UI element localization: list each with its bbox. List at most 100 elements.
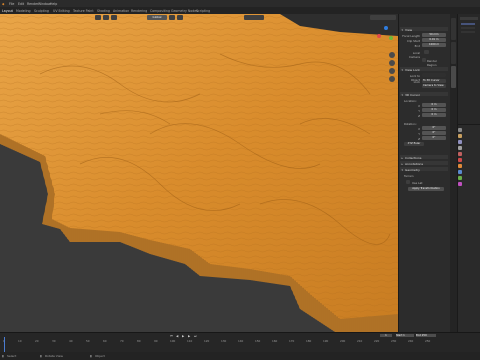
ruler-label: 130: [221, 338, 227, 343]
z-axis-icon[interactable]: [384, 26, 388, 30]
ruler-label: 90: [154, 338, 158, 343]
blender-logo-icon[interactable]: ◆: [2, 2, 4, 6]
local-camera-checkbox[interactable]: [424, 50, 429, 54]
outliner-row[interactable]: [461, 23, 475, 25]
menu-edit[interactable]: Edit: [18, 2, 24, 6]
view-layer-props-icon[interactable]: [458, 146, 462, 150]
cursor-z-row: Z 0 m: [402, 113, 446, 118]
mouse-right-icon: ▮: [90, 354, 92, 358]
menu-window[interactable]: Window: [38, 2, 51, 6]
focal-length-field[interactable]: 50 mm: [422, 33, 446, 37]
overlay-controls[interactable]: [244, 15, 264, 20]
outliner-row[interactable]: [461, 27, 475, 29]
cursor-ry-field[interactable]: 0°: [422, 131, 446, 135]
3d-viewport[interactable]: Global: [0, 14, 398, 332]
outliner[interactable]: [457, 14, 480, 124]
use-lat-row: Use Lat: [402, 180, 446, 185]
camera-to-view-toggle[interactable]: Camera to View: [422, 84, 446, 88]
perspective-toggle-icon[interactable]: [389, 76, 395, 82]
geometry-header[interactable]: ▾ Geometry: [400, 167, 448, 172]
apply-row: Apply Transformation: [402, 187, 446, 191]
ruler-label: 60: [103, 338, 107, 343]
output-props-icon[interactable]: [458, 140, 462, 144]
cursor-ry-row: Y 0°: [402, 131, 446, 136]
outliner-search[interactable]: [460, 17, 478, 20]
x-axis-icon[interactable]: [377, 34, 381, 38]
data-props-icon[interactable]: [458, 176, 462, 180]
cursor-y-field[interactable]: 0 m: [422, 108, 446, 112]
snap-icon[interactable]: [169, 15, 175, 20]
render-region-row: Render Region: [402, 58, 446, 67]
shading-controls[interactable]: [370, 15, 396, 20]
y-axis-icon[interactable]: [389, 36, 393, 40]
tab-layout[interactable]: Layout: [2, 9, 13, 13]
ruler-label: 70: [120, 338, 124, 343]
ruler-label: 30: [52, 338, 56, 343]
transform-icon[interactable]: [111, 15, 117, 20]
menu-help[interactable]: Help: [50, 2, 57, 6]
render-region-checkbox[interactable]: [422, 58, 426, 62]
ruler-label: 180: [306, 338, 312, 343]
cursor-rz-field[interactable]: 0°: [422, 136, 446, 140]
clip-end-field[interactable]: 1000 m: [422, 43, 446, 47]
material-props-icon[interactable]: [458, 182, 462, 186]
object-props-icon[interactable]: [458, 164, 462, 168]
3d-cursor-header[interactable]: ▾ 3D Cursor: [400, 92, 448, 97]
workspace-tabs: Layout Modeling Sculpting UV Editing Tex…: [0, 7, 480, 14]
menu-file[interactable]: File: [9, 2, 14, 6]
clip-start-row: Clip Start 0.01 m: [402, 38, 446, 43]
tab-rendering[interactable]: Rendering: [131, 9, 147, 13]
select-mode-icon[interactable]: [103, 15, 109, 20]
zoom-icon[interactable]: [389, 52, 395, 58]
ruler-label: 20: [35, 338, 39, 343]
camera-view-icon[interactable]: [389, 68, 395, 74]
timeline-ruler[interactable]: 0 10 20 30 40 50 60 70 80 90 100 110 120…: [0, 333, 480, 353]
cursor-x-field[interactable]: 0 m: [422, 103, 446, 107]
cursor-z-field[interactable]: 0 m: [422, 113, 446, 117]
editor-type-icon[interactable]: [95, 15, 101, 20]
pan-icon[interactable]: [389, 60, 395, 66]
cursor-rx-field[interactable]: 0°: [422, 126, 446, 130]
use-lat-checkbox[interactable]: [406, 180, 410, 184]
apply-transformation-button[interactable]: Apply Transformation: [408, 187, 444, 191]
collections-header[interactable]: ▸ Collections: [400, 155, 448, 160]
tab-compositing[interactable]: Compositing: [150, 9, 170, 13]
menu-render[interactable]: Render: [27, 2, 38, 6]
tool-props-icon[interactable]: [458, 128, 462, 132]
timeline[interactable]: ⏮ ◀ ▶ ▶ ⏭ 1 Start 1 End 250 0 10 20 30 4…: [0, 332, 480, 353]
tab-animation[interactable]: Animation: [113, 9, 129, 13]
navigation-gizmo[interactable]: [376, 26, 396, 48]
mouse-middle-icon: ▮: [40, 354, 42, 358]
tab-modeling[interactable]: Modeling: [16, 9, 31, 13]
rotation-mode-dropdown[interactable]: XYZ Euler: [404, 142, 424, 146]
lock-object-row: Lock to Object: [402, 73, 446, 82]
world-props-icon[interactable]: [458, 158, 462, 162]
modifier-props-icon[interactable]: [458, 170, 462, 174]
proportional-icon[interactable]: [177, 15, 183, 20]
tab-tool[interactable]: [451, 42, 456, 64]
tab-view[interactable]: [451, 66, 456, 88]
tab-shading[interactable]: Shading: [97, 9, 110, 13]
tab-item[interactable]: [451, 18, 456, 40]
tab-uv-editing[interactable]: UV Editing: [53, 9, 70, 13]
tab-texture-paint[interactable]: Texture Paint: [73, 9, 94, 13]
view-section-header[interactable]: ▾ View: [400, 27, 448, 32]
outliner-row[interactable]: [461, 31, 475, 33]
status-select: Select: [7, 354, 17, 358]
cursor-location-label-row: Location:: [404, 98, 417, 103]
playhead[interactable]: [4, 337, 5, 353]
render-props-icon[interactable]: [458, 134, 462, 138]
scene-props-icon[interactable]: [458, 152, 462, 156]
annotations-header[interactable]: ▸ Annotations: [400, 161, 448, 166]
transform-orientation[interactable]: Global: [147, 15, 167, 20]
clip-start-field[interactable]: 0.01 m: [422, 38, 446, 42]
tab-scripting[interactable]: Scripting: [196, 9, 210, 13]
lock-object-field[interactable]: [422, 73, 446, 77]
to-3d-cursor-toggle[interactable]: To 3D Cursor: [422, 79, 446, 83]
cursor-rotation-label-row: Rotation:: [404, 121, 417, 126]
ruler-label: 170: [289, 338, 295, 343]
status-object: Object: [95, 354, 105, 358]
tab-geometry-nodes[interactable]: Geometry Nodes: [171, 9, 198, 13]
tab-sculpting[interactable]: Sculpting: [34, 9, 49, 13]
view-lock-header[interactable]: ▾ View Lock: [400, 67, 448, 72]
